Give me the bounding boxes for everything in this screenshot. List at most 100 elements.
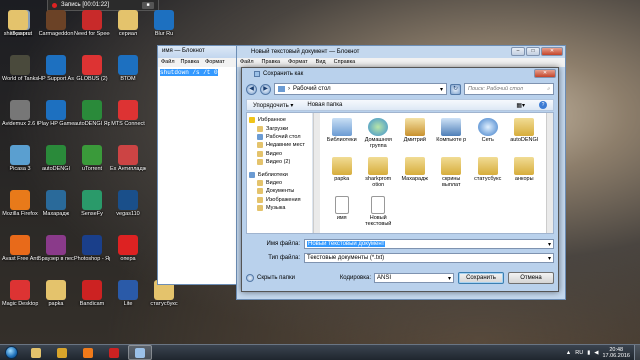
taskbar-bandicam-button[interactable] bbox=[102, 345, 126, 360]
desktop-icon[interactable]: MTS Connect bbox=[110, 100, 146, 140]
desktop-icon[interactable]: Blur Ru bbox=[146, 10, 182, 50]
taskbar-chrome-button[interactable] bbox=[50, 345, 74, 360]
file-item[interactable]: Махарадж bbox=[397, 155, 433, 193]
cancel-button[interactable]: Отмена bbox=[508, 272, 554, 284]
desktop-icon[interactable]: Ex Антипладжиат bbox=[110, 145, 146, 185]
search-input[interactable]: Поиск: Рабочий стол ⌕ bbox=[464, 83, 554, 95]
nav-item-images[interactable]: Изображения bbox=[249, 196, 310, 204]
start-button[interactable] bbox=[0, 345, 22, 360]
minimize-button[interactable]: – bbox=[511, 47, 525, 56]
language-indicator[interactable]: RU bbox=[575, 350, 583, 356]
save-button[interactable]: Сохранить bbox=[458, 272, 504, 284]
taskbar-windows-media-button[interactable] bbox=[76, 345, 100, 360]
nav-item-documents[interactable]: Документы bbox=[249, 187, 310, 195]
desktop-icon[interactable]: Need for Speed bbox=[74, 10, 110, 50]
network-icon[interactable]: ▮ bbox=[587, 350, 590, 356]
encoding-select[interactable]: ANSI ▾ bbox=[374, 273, 454, 283]
nav-item-lib-video[interactable]: Видео bbox=[249, 179, 310, 187]
chevron-down-icon[interactable]: ▾ bbox=[548, 241, 551, 248]
desktop-icon[interactable]: Avast Free Antivirus bbox=[2, 235, 38, 275]
volume-icon[interactable]: ◀ bbox=[594, 350, 598, 356]
back-arrow-icon[interactable]: ◀ bbox=[246, 83, 257, 95]
nav-item-video[interactable]: Видео bbox=[249, 150, 310, 158]
chevron-right-icon[interactable]: › bbox=[288, 86, 290, 92]
nav-item-video-2[interactable]: Видео (2) bbox=[249, 158, 310, 166]
chevron-down-icon[interactable]: ▾ bbox=[448, 275, 451, 282]
desktop-icon[interactable]: SenseFy bbox=[74, 190, 110, 230]
desktop-icon[interactable]: GLOBUS (2) bbox=[74, 55, 110, 95]
desktop-icon[interactable]: Avidemux 2.6 64 bits bbox=[2, 100, 38, 140]
desktop-icon[interactable]: ВТОМ bbox=[110, 55, 146, 95]
desktop-icon[interactable]: Браузер в песочнице bbox=[38, 235, 74, 275]
organize-button[interactable]: Упорядочить ▾ bbox=[253, 102, 293, 109]
file-item[interactable]: скрины выплат bbox=[434, 155, 470, 193]
file-item[interactable]: sharkprom otion bbox=[361, 155, 397, 193]
show-desktop-button[interactable] bbox=[634, 344, 640, 360]
recorder-stop-button[interactable]: ■ bbox=[142, 1, 154, 9]
nav-scrollbar[interactable] bbox=[313, 113, 320, 233]
view-options-icon[interactable]: ▦▾ bbox=[516, 102, 525, 109]
nav-favorites[interactable]: Избранное bbox=[249, 116, 310, 124]
desktop-icon[interactable]: uTorrent bbox=[74, 145, 110, 185]
tray-arrow-icon[interactable]: ▲ bbox=[566, 350, 571, 356]
forward-arrow-icon[interactable]: ▶ bbox=[260, 83, 271, 95]
menu-format[interactable]: Формат bbox=[288, 59, 308, 66]
menu-view[interactable]: Вид bbox=[316, 59, 326, 66]
desktop-icon[interactable]: Carmageddon bbox=[38, 10, 74, 50]
desktop-icon[interactable]: Махарадж bbox=[38, 190, 74, 230]
new-folder-button[interactable]: Новая папка bbox=[307, 102, 342, 108]
notepad-1-text-area[interactable]: shutdown /s /t 0 bbox=[158, 67, 236, 78]
desktop-icon[interactable]: HP Support Assistant bbox=[38, 55, 74, 95]
desktop-icon[interactable]: autoDENGI Ярлык bbox=[74, 100, 110, 140]
menu-format[interactable]: Формат bbox=[205, 59, 225, 66]
menu-file[interactable]: Файл bbox=[161, 59, 175, 66]
file-item[interactable]: Библиотеки bbox=[324, 116, 360, 154]
desktop-icon[interactable]: Magic Desktop bbox=[2, 280, 38, 320]
file-item[interactable]: papka bbox=[324, 155, 360, 193]
desktop-icon[interactable]: сериал bbox=[110, 10, 146, 50]
nav-item-recent[interactable]: Недавние мест bbox=[249, 141, 310, 149]
refresh-icon[interactable]: ↻ bbox=[450, 83, 461, 95]
menu-help[interactable]: Справка bbox=[334, 59, 356, 66]
file-item[interactable]: анкоры bbox=[507, 155, 543, 193]
file-item[interactable]: имя bbox=[324, 194, 360, 232]
desktop-icon[interactable]: Bandicam bbox=[74, 280, 110, 320]
taskbar-explorer-button[interactable] bbox=[24, 345, 48, 360]
close-button[interactable]: ✕ bbox=[541, 47, 563, 56]
help-icon[interactable]: ? bbox=[539, 101, 547, 109]
file-item[interactable]: autoDENGI bbox=[507, 116, 543, 154]
desktop-icon[interactable]: Mozilla Firefox bbox=[2, 190, 38, 230]
file-item[interactable]: Сеть bbox=[470, 116, 506, 154]
desktop-icon[interactable]: Picasa 3 bbox=[2, 145, 38, 185]
dialog-close-button[interactable]: ✕ bbox=[534, 69, 556, 78]
file-item[interactable]: Домашняя группа bbox=[361, 116, 397, 154]
taskbar-notepad-button[interactable] bbox=[128, 345, 152, 360]
desktop-icon[interactable]: Lite bbox=[110, 280, 146, 320]
nav-libraries[interactable]: Библиотеки bbox=[249, 170, 310, 178]
desktop-icon[interactable]: shafkasprut bbox=[0, 10, 36, 50]
desktop-icon[interactable]: papka bbox=[38, 280, 74, 320]
nav-item-downloads[interactable]: Загрузки bbox=[249, 124, 310, 132]
nav-item-desktop[interactable]: Рабочий стол bbox=[249, 133, 310, 141]
file-item[interactable]: Компьюте р bbox=[434, 116, 470, 154]
nav-item-music[interactable]: Музыка bbox=[249, 204, 310, 212]
desktop-icon[interactable]: World of Tanks bbox=[2, 55, 38, 95]
chevron-down-icon[interactable]: ▾ bbox=[440, 86, 443, 93]
menu-file[interactable]: Файл bbox=[240, 59, 254, 66]
hide-folders-toggle[interactable]: Скрыть папки bbox=[246, 274, 336, 282]
desktop-icon[interactable]: Play HP Games bbox=[38, 100, 74, 140]
filetype-select[interactable]: Текстовые документы (*.txt) ▾ bbox=[304, 253, 554, 263]
file-item[interactable]: Новый текстовый bbox=[361, 194, 397, 232]
address-bar[interactable]: › Рабочий стол ▾ bbox=[274, 83, 447, 95]
desktop-icon[interactable]: autoDENGI bbox=[38, 145, 74, 185]
desktop-icon[interactable]: vegas110 bbox=[110, 190, 146, 230]
chevron-down-icon[interactable]: ▾ bbox=[548, 255, 551, 262]
desktop-icon[interactable]: опера bbox=[110, 235, 146, 275]
desktop-icon[interactable]: статусбукс bbox=[146, 280, 182, 320]
notepad-window-1[interactable]: имя — Блокнот Файл Правка Формат shutdow… bbox=[157, 45, 237, 285]
file-item[interactable]: статусбукс bbox=[470, 155, 506, 193]
menu-edit[interactable]: Правка bbox=[181, 59, 200, 66]
clock[interactable]: 20:48 17.06.2016 bbox=[602, 347, 630, 359]
menu-edit[interactable]: Правка bbox=[262, 59, 281, 66]
file-item[interactable]: Дмитрий bbox=[397, 116, 433, 154]
